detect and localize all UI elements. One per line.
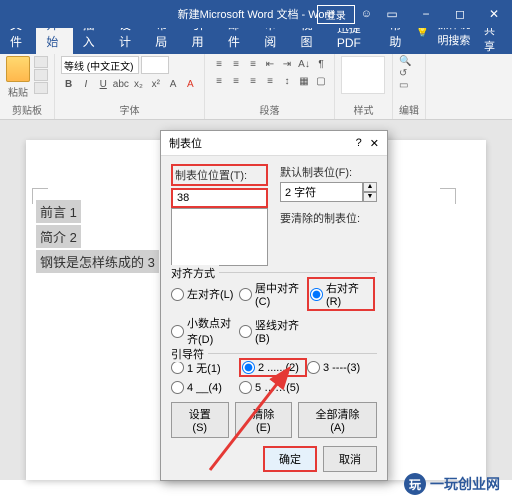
align-left-radio[interactable]: 左对齐(L)	[171, 277, 239, 311]
cut-icon[interactable]	[34, 56, 48, 68]
leader-legend: 引导符	[171, 346, 208, 362]
highlight-icon[interactable]: A	[165, 76, 180, 92]
spinner-down-icon[interactable]: ▼	[363, 192, 377, 202]
group-editing: 🔍 ↺ ▭ 编辑	[393, 54, 426, 119]
action-buttons-row: 设置(S) 清除(E) 全部清除(A)	[171, 402, 377, 438]
alignment-fieldset: 对齐方式 左对齐(L) 居中对齐(C) 右对齐(R) 小数点对齐(D) 竖线对齐…	[171, 272, 377, 347]
dialog-titlebar[interactable]: 制表位 ? ✕	[161, 131, 387, 156]
clear-button[interactable]: 清除(E)	[235, 402, 293, 438]
group-font: B I U abc x₂ x² A A 字体	[55, 54, 205, 119]
clear-tabs-label: 要清除的制表位:	[280, 210, 377, 226]
align-right-radio[interactable]: 右对齐(R)	[307, 277, 375, 311]
tab-position-input[interactable]	[171, 188, 268, 208]
paste-icon	[6, 56, 30, 82]
watermark-text: 一玩创业网	[430, 474, 500, 494]
clear-all-button[interactable]: 全部清除(A)	[298, 402, 377, 438]
strike-icon[interactable]: abc	[113, 76, 129, 92]
face-icon[interactable]: ☺	[361, 8, 372, 20]
align-center-icon[interactable]: ≡	[228, 73, 244, 89]
line-spacing-icon[interactable]: ↕	[279, 73, 295, 89]
pilcrow-icon[interactable]: ¶	[313, 56, 329, 72]
font-size-select[interactable]	[141, 56, 169, 74]
tabs-dialog: 制表位 ? ✕ 制表位位置(T): 默认制表位(F): ▲ ▼	[160, 130, 388, 481]
align-decimal-radio[interactable]: 小数点对齐(D)	[171, 315, 239, 347]
font-color-icon[interactable]: A	[183, 76, 198, 92]
replace-icon[interactable]: ↺	[399, 68, 419, 79]
copy-icon[interactable]	[34, 69, 48, 81]
watermark: 玩 一玩创业网	[404, 473, 500, 495]
leader-2-radio[interactable]: 2 ......(2)	[239, 358, 307, 377]
doc-line-3[interactable]: 钢铁是怎样练成的 3	[36, 250, 159, 273]
indent-inc-icon[interactable]: ⇥	[279, 56, 295, 72]
italic-icon[interactable]: I	[78, 76, 93, 92]
align-left-icon[interactable]: ≡	[211, 73, 227, 89]
bullets-icon[interactable]: ≡	[211, 56, 227, 72]
numbering-icon[interactable]: ≡	[228, 56, 244, 72]
group-label-styles: 样式	[341, 102, 386, 117]
document-title: 新建Microsoft Word 文档 - Word	[178, 6, 335, 22]
underline-icon[interactable]: U	[96, 76, 111, 92]
leader-4-radio[interactable]: 4 __(4)	[171, 381, 239, 394]
default-tab-input[interactable]	[280, 182, 363, 202]
margin-corner-tl	[32, 188, 48, 204]
indent-dec-icon[interactable]: ⇤	[262, 56, 278, 72]
ok-cancel-row: 确定 取消	[171, 446, 377, 472]
login-button[interactable]: 登录	[317, 5, 355, 24]
subscript-icon[interactable]: x₂	[131, 76, 146, 92]
dialog-title: 制表位	[169, 135, 202, 151]
borders-icon[interactable]: ▢	[313, 73, 329, 89]
ribbon-options-icon[interactable]: ▭	[378, 7, 406, 21]
font-name-select[interactable]	[61, 56, 139, 74]
dialog-close-icon[interactable]: ✕	[370, 137, 379, 150]
bold-icon[interactable]: B	[61, 76, 76, 92]
find-icon[interactable]: 🔍	[399, 56, 419, 67]
leader-fieldset: 引导符 1 无(1) 2 ......(2) 3 ----(3) 4 __(4)…	[171, 353, 377, 394]
ribbon: 粘贴 剪贴板 B I U abc x₂ x² A A 字体 ≡	[0, 54, 512, 120]
multilevel-icon[interactable]: ≡	[245, 56, 261, 72]
help-icon[interactable]: ?	[356, 137, 362, 150]
leader-5-radio[interactable]: 5 ……(5)	[239, 381, 307, 394]
spinner-up-icon[interactable]: ▲	[363, 182, 377, 192]
group-label-font: 字体	[61, 102, 198, 117]
group-clipboard: 粘贴 剪贴板	[0, 54, 55, 119]
margin-corner-tr	[440, 188, 456, 204]
leader-3-radio[interactable]: 3 ----(3)	[307, 358, 375, 377]
group-paragraph: ≡ ≡ ≡ ⇤ ⇥ A↓ ¶ ≡ ≡ ≡ ≡ ↕ ▦ ▢ 段落	[205, 54, 335, 119]
doc-line-2[interactable]: 简介 2	[36, 225, 81, 248]
cancel-button[interactable]: 取消	[323, 446, 377, 472]
group-label-clipboard: 剪贴板	[6, 102, 48, 117]
group-label-editing: 编辑	[399, 102, 419, 117]
restore-icon[interactable]: ◻	[446, 7, 474, 21]
shading-icon[interactable]: ▦	[296, 73, 312, 89]
group-label-paragraph: 段落	[211, 102, 328, 117]
default-tab-label: 默认制表位(F):	[280, 164, 377, 180]
tab-position-list[interactable]	[171, 208, 268, 266]
superscript-icon[interactable]: x²	[148, 76, 163, 92]
tab-position-label: 制表位位置(T):	[171, 164, 268, 186]
alignment-legend: 对齐方式	[171, 265, 219, 281]
styles-gallery[interactable]	[341, 56, 385, 94]
ribbon-tabs: 文件 开始 插入 设计 布局 引用 邮件 审阅 视图 迅捷PDF 帮助 💡 操作…	[0, 28, 512, 54]
title-bar: 新建Microsoft Word 文档 - Word 登录 ☺ ▭ − ◻ ✕	[0, 0, 512, 28]
align-bar-radio[interactable]: 竖线对齐(B)	[239, 315, 307, 347]
ok-button[interactable]: 确定	[263, 446, 317, 472]
set-button[interactable]: 设置(S)	[171, 402, 229, 438]
justify-icon[interactable]: ≡	[262, 73, 278, 89]
minimize-icon[interactable]: −	[412, 7, 440, 21]
group-styles: 样式	[335, 54, 393, 119]
align-right-icon[interactable]: ≡	[245, 73, 261, 89]
align-center-radio[interactable]: 居中对齐(C)	[239, 277, 307, 311]
format-painter-icon[interactable]	[34, 82, 48, 94]
close-icon[interactable]: ✕	[480, 7, 508, 21]
select-icon[interactable]: ▭	[399, 80, 419, 91]
watermark-logo-icon: 玩	[404, 473, 426, 495]
paste-button[interactable]: 粘贴	[6, 56, 30, 99]
sort-icon[interactable]: A↓	[296, 56, 312, 72]
